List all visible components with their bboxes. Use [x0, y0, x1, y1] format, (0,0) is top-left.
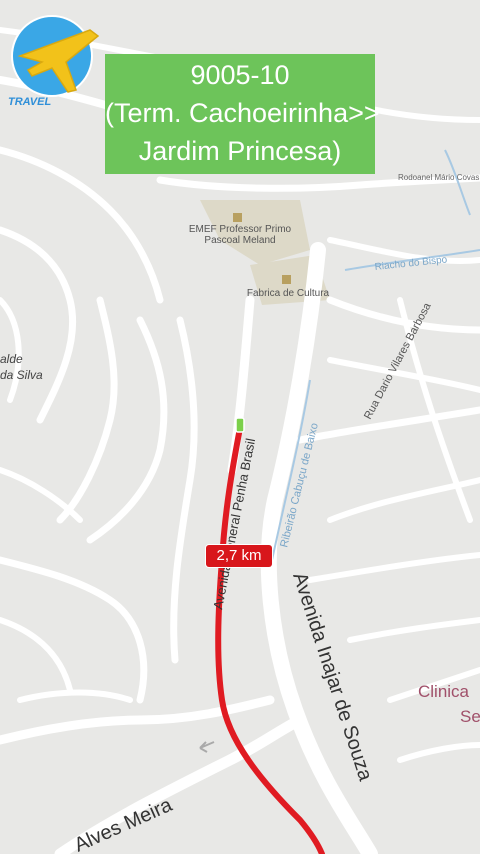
fabrica-poi-icon — [282, 275, 291, 284]
silva-label: alde — [0, 352, 23, 366]
school-poi-icon — [233, 213, 242, 222]
clinica-label-2: Se — [460, 707, 480, 726]
logo-text: TRAVEL — [8, 96, 52, 108]
route-start-marker — [235, 417, 245, 433]
clinica-label: Clinica — [418, 682, 470, 701]
school-label-2: Pascoal Meland — [204, 235, 275, 246]
school-label: EMEF Professor Primo — [189, 224, 292, 235]
route-origin: (Term. Cachoeirinha>> — [105, 98, 380, 128]
route-number: 9005-10 — [190, 60, 290, 90]
distance-badge: 2,7 km — [206, 545, 272, 567]
silva-label-2: da Silva — [0, 368, 43, 382]
map-view[interactable]: EMEF Professor Primo Pascoal Meland Fabr… — [0, 0, 480, 854]
route-title-box: 9005-10 (Term. Cachoeirinha>> Jardim Pri… — [105, 54, 380, 174]
travel-logo-icon — [11, 15, 100, 97]
route-destination: Jardim Princesa) — [138, 136, 342, 166]
fabrica-label: Fabrica de Cultura — [247, 288, 330, 299]
rodoanel-label: Rodoanel Mário Covas — [398, 173, 479, 182]
